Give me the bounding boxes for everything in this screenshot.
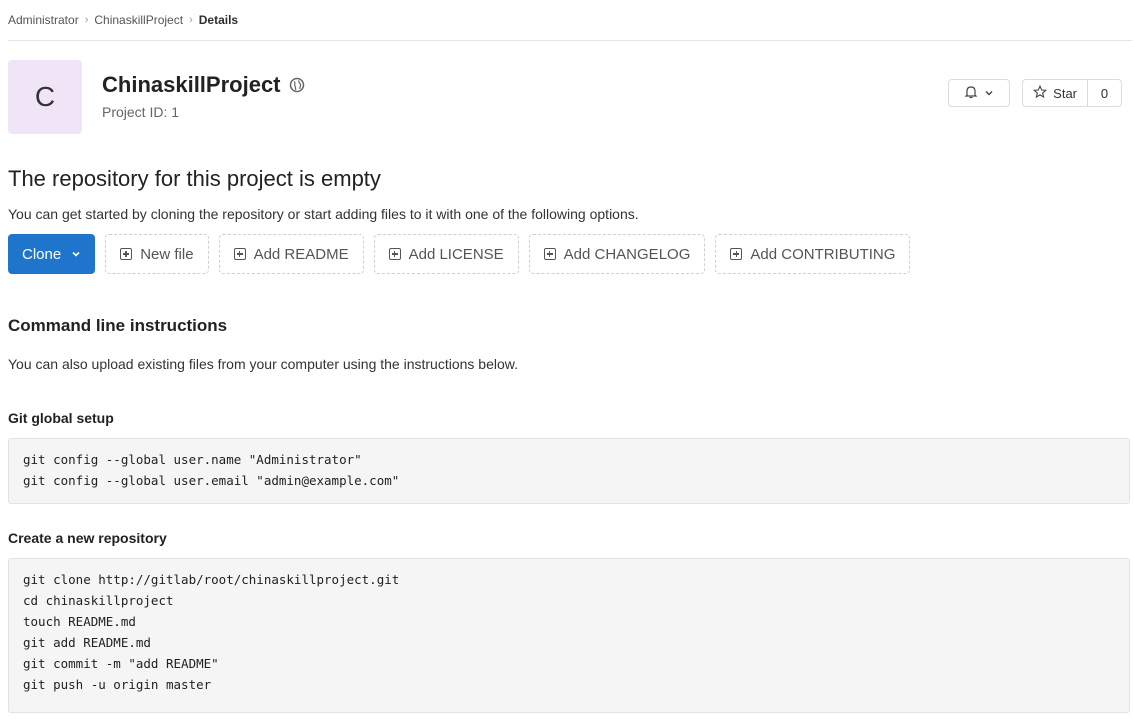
code-line: git config --global user.name "Administr… [23,452,362,467]
chevron-down-icon [71,246,81,263]
star-button[interactable]: Star [1022,79,1088,107]
add-contributing-label: Add CONTRIBUTING [750,245,896,263]
add-readme-button[interactable]: Add README [218,234,364,274]
plus-square-icon [233,248,246,260]
create-repo-code[interactable]: git clone http://gitlab/root/chinaskillp… [8,558,1130,713]
breadcrumb-current: Details [198,13,239,27]
chevron-right-icon: › [189,14,193,26]
empty-repo-actions: Clone New file Add README Add LICENSE Ad… [8,234,911,274]
header-actions: Star 0 [948,79,1122,107]
bell-icon [964,85,978,102]
add-changelog-button[interactable]: Add CHANGELOG [528,234,706,274]
new-file-label: New file [140,245,194,263]
breadcrumb-project[interactable]: ChinaskillProject [94,13,183,27]
code-line: git add README.md [23,635,151,650]
globe-icon [289,77,305,93]
add-readme-label: Add README [253,245,349,263]
plus-square-icon [388,248,401,260]
code-line: git config --global user.email "admin@ex… [23,473,400,488]
code-line: touch README.md [23,614,136,629]
plus-square-icon [120,248,133,260]
add-contributing-button[interactable]: Add CONTRIBUTING [715,234,911,274]
star-count[interactable]: 0 [1088,79,1122,107]
create-repo-label: Create a new repository [8,530,167,546]
chevron-down-icon [984,86,994,101]
git-global-setup-label: Git global setup [8,410,114,426]
project-avatar: C [8,60,82,134]
plus-square-icon [543,248,556,260]
project-header: C ChinaskillProject Project ID: 1 Star 0 [8,41,1132,141]
add-changelog-label: Add CHANGELOG [563,245,691,263]
code-line: cd chinaskillproject [23,593,174,608]
new-file-button[interactable]: New file [105,234,209,274]
project-title-block: ChinaskillProject Project ID: 1 [102,72,305,120]
empty-repo-title: The repository for this project is empty [8,166,381,191]
clone-button[interactable]: Clone [8,234,96,274]
git-global-setup-code[interactable]: git config --global user.name "Administr… [8,438,1130,504]
chevron-right-icon: › [84,14,89,26]
plus-square-icon [730,248,743,260]
code-line: git clone http://gitlab/root/chinaskillp… [23,572,400,587]
command-line-description: You can also upload existing files from … [8,356,518,372]
notification-button[interactable] [948,79,1011,107]
add-license-button[interactable]: Add LICENSE [373,234,519,274]
star-group: Star 0 [1022,79,1122,107]
add-license-label: Add LICENSE [408,245,504,263]
command-line-title: Command line instructions [8,316,228,335]
project-title: ChinaskillProject [102,72,281,97]
code-line: git commit -m "add README" [23,656,219,671]
clone-label: Clone [22,245,62,263]
empty-repo-description: You can get started by cloning the repos… [8,206,639,222]
code-line: git push -u origin master [23,677,212,692]
project-id: Project ID: 1 [102,104,180,120]
star-label: Star [1053,85,1077,101]
star-icon [1032,84,1048,102]
breadcrumb-administrator[interactable]: Administrator [8,13,79,27]
page: Administrator › ChinaskillProject › Deta… [8,0,1132,713]
breadcrumb: Administrator › ChinaskillProject › Deta… [8,0,1132,41]
